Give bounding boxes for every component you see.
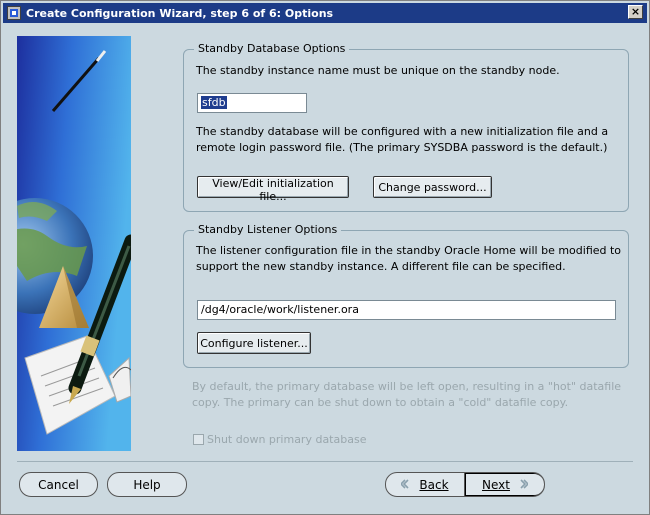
view-edit-init-file-button[interactable]: View/Edit initialization file...	[197, 176, 349, 203]
next-button[interactable]: Next	[465, 473, 544, 496]
next-label: Next	[482, 477, 510, 492]
wizard-artwork-image	[17, 36, 131, 451]
close-button[interactable]: ×	[628, 5, 643, 19]
wizard-window: Create Configuration Wizard, step 6 of 6…	[0, 0, 650, 515]
checkbox-box[interactable]	[193, 434, 204, 445]
back-button[interactable]: Back	[386, 473, 464, 496]
window-title: Create Configuration Wizard, step 6 of 6…	[26, 6, 334, 20]
instance-name-input[interactable]: sfdb	[197, 93, 307, 113]
app-icon	[7, 6, 21, 20]
config-note-line1: The standby database will be configured …	[196, 125, 609, 138]
config-note-line2: remote login password file. (The primary…	[196, 141, 608, 154]
shutdown-primary-label: Shut down primary database	[207, 433, 367, 446]
primary-note-line2: copy. The primary can be shut down to ob…	[192, 396, 569, 409]
cancel-button[interactable]: Cancel	[19, 472, 98, 497]
back-label: Back	[419, 477, 449, 492]
wizard-artwork	[17, 36, 131, 451]
configure-listener-button[interactable]: Configure listener...	[197, 332, 311, 354]
standby-listener-legend: Standby Listener Options	[194, 223, 342, 236]
next-icon	[518, 478, 530, 492]
title-bar[interactable]: Create Configuration Wizard, step 6 of 6…	[3, 3, 647, 23]
help-button[interactable]: Help	[107, 472, 187, 497]
instance-name-value: sfdb	[201, 96, 227, 109]
standby-database-legend: Standby Database Options	[194, 42, 350, 55]
listener-note-line2: support the new standby instance. A diff…	[196, 260, 566, 273]
button-separator	[17, 461, 633, 462]
change-password-button[interactable]: Change password...	[373, 176, 492, 198]
standby-listener-group: Standby Listener Options The listener co…	[183, 223, 629, 368]
listener-file-value: /dg4/oracle/work/listener.ora	[201, 303, 359, 316]
listener-note-line1: The listener configuration file in the s…	[196, 244, 622, 257]
shutdown-primary-checkbox[interactable]: Shut down primary database	[193, 433, 366, 446]
standby-database-group: Standby Database Options The standby ins…	[183, 42, 629, 212]
back-icon	[400, 478, 411, 492]
instance-name-note: The standby instance name must be unique…	[196, 64, 560, 77]
close-icon: ×	[630, 5, 641, 18]
listener-file-input[interactable]: /dg4/oracle/work/listener.ora	[197, 300, 616, 320]
primary-note-line1: By default, the primary database will be…	[192, 380, 622, 393]
back-next-group: Back Next	[385, 472, 545, 497]
